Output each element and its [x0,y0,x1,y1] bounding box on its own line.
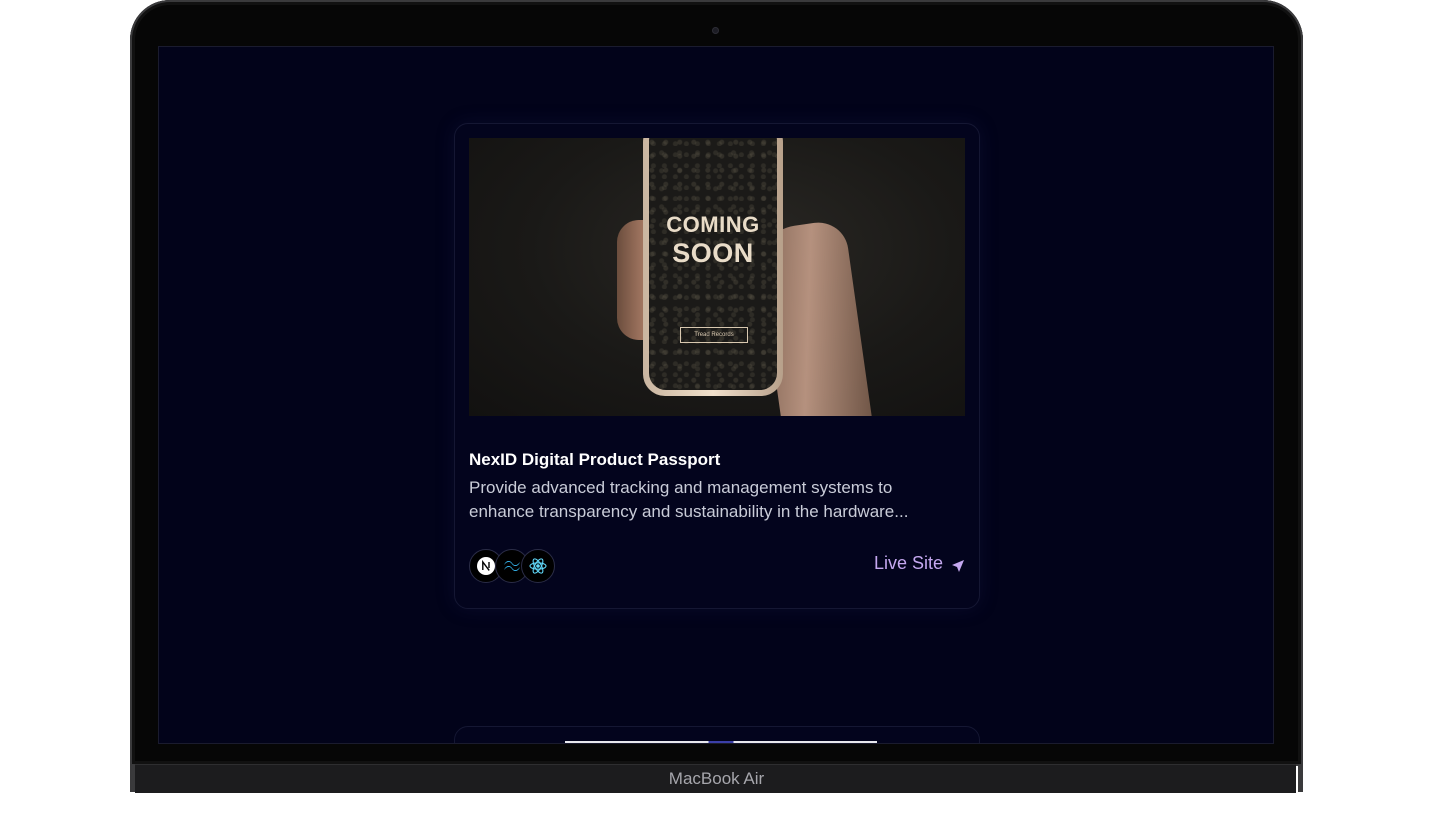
soon-text: SOON [672,238,754,268]
device-brand-label: MacBook Air [668,769,765,788]
live-site-label: Live Site [873,553,943,573]
project-card: COMING SOON Tread Records NexID Digital … [454,123,980,609]
webcam [712,27,719,34]
tech-stack [469,549,569,583]
coming-text: COMING [666,212,760,237]
react-icon [521,549,555,583]
macbook-frame: COMING SOON Tread Records NexID Digital … [130,0,1303,793]
send-arrow-icon [951,557,965,572]
project-title: NexID Digital Product Passport [469,450,721,469]
coming-soon-text: COMING SOON [649,210,777,268]
project-description: Provide advanced tracking and management… [469,476,965,524]
project-preview-image: COMING SOON Tread Records [469,138,965,416]
description-line-2: enhance transparency and sustainability … [469,502,909,521]
next-project-card [454,726,980,743]
live-site-link[interactable]: Live Site [874,553,965,574]
laptop-screen: COMING SOON Tread Records NexID Digital … [159,47,1273,743]
description-line-1: Provide advanced tracking and management… [469,478,893,497]
next-project-image [565,741,877,743]
phone-screen-button: Tread Records [680,327,748,343]
